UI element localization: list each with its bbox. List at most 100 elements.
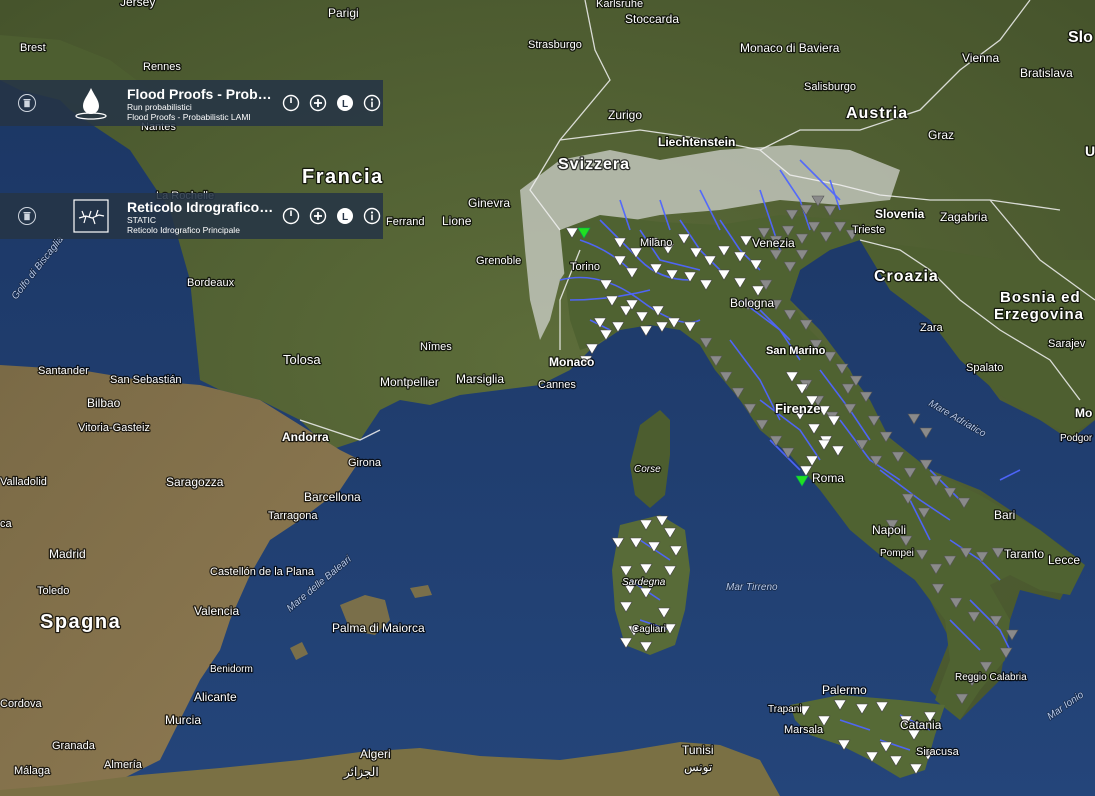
layer-title: Reticolo Idrografico Principale (127, 199, 277, 215)
city-label: Montpellier (380, 375, 439, 389)
city-label: Rennes (143, 61, 181, 73)
layer-subtitle: Run probabilistici (127, 102, 192, 112)
city-label: Firenze (775, 401, 821, 416)
city-label: Bologna (730, 296, 774, 310)
city-label: Reggio Calabria (955, 672, 1027, 683)
city-label: Zurigo (608, 108, 642, 122)
layer-panel-reticolo[interactable]: Reticolo Idrografico Principale STATIC R… (0, 193, 383, 239)
city-label: Bratislava (1020, 66, 1073, 80)
city-label: Granada (52, 740, 96, 752)
city-label: San Sebastián (110, 374, 182, 386)
city-label: الجزائر (343, 765, 379, 779)
legend-icon[interactable]: L (336, 207, 354, 225)
city-label: Torino (570, 261, 600, 273)
city-label: Pompei (880, 548, 914, 559)
country-label: Slovenia (875, 207, 925, 221)
sea-label: Mar Tirreno (726, 582, 778, 593)
city-label: Trapani (768, 704, 802, 715)
country-label: Svizzera (558, 156, 630, 173)
city-label: Stoccarda (625, 12, 679, 26)
city-label: Lecce (1048, 553, 1080, 567)
city-label: Almería (104, 759, 143, 771)
city-label: Lione (442, 214, 472, 228)
city-label: Jersey (120, 0, 155, 9)
city-label: Grenoble (476, 255, 521, 267)
city-label: Venezia (752, 236, 795, 250)
city-label: Karlsruhe (596, 0, 643, 10)
zoom-in-icon[interactable] (309, 94, 327, 112)
city-label: Siracusa (916, 746, 960, 758)
city-label: Saragozza (166, 475, 224, 489)
city-label: Murcia (165, 713, 201, 727)
city-label: Roma (812, 471, 844, 485)
city-label: Zagabria (940, 210, 988, 224)
city-label: تونس (684, 760, 712, 774)
city-label: Sardegna (622, 577, 666, 588)
layer-panel-flood-proofs[interactable]: Flood Proofs - Probabilistic LAMI Run pr… (0, 80, 383, 126)
city-label: Napoli (872, 523, 906, 537)
city-label: Monaco di Baviera (740, 41, 840, 55)
city-label: Palermo (822, 683, 867, 697)
city-label: Toledo (37, 585, 69, 597)
water-drop-icon (72, 85, 110, 121)
country-label: Spagna (40, 611, 121, 633)
city-label: Podgor (1060, 433, 1093, 444)
city-label: Strasburgo (528, 39, 582, 51)
city-label: Ferrand (386, 216, 425, 228)
country-label: Erzegovina (994, 306, 1084, 323)
city-label: Alicante (194, 690, 237, 704)
city-label: Nîmes (420, 341, 452, 353)
city-label: Brest (20, 42, 46, 54)
city-label: Cordova (0, 698, 42, 710)
svg-text:L: L (342, 99, 348, 110)
city-label: Monaco (549, 355, 594, 369)
city-label: Algeri (360, 747, 391, 761)
city-label: Zara (920, 322, 944, 334)
city-label: Salisburgo (804, 81, 856, 93)
country-label: Slo (1068, 29, 1093, 46)
city-label: Parigi (328, 6, 359, 20)
country-label: Croazia (874, 268, 939, 285)
city-label: Santander (38, 365, 89, 377)
zoom-in-icon[interactable] (309, 207, 327, 225)
city-label: Benidorm (210, 664, 253, 675)
city-label: Girona (348, 457, 382, 469)
city-label: Ginevra (468, 196, 510, 210)
info-icon[interactable] (363, 94, 381, 112)
info-icon[interactable] (363, 207, 381, 225)
city-label: Cagliari (632, 624, 666, 635)
city-label: Castellón de la Plana (210, 566, 315, 578)
trash-icon[interactable] (18, 207, 36, 225)
city-label: Mo (1075, 406, 1092, 420)
city-label: Graz (928, 128, 954, 142)
city-label: Valencia (194, 604, 239, 618)
layer-detail: Reticolo Idrografico Principale (127, 225, 240, 235)
trash-icon[interactable] (18, 94, 36, 112)
city-label: Trieste (852, 224, 885, 236)
city-label: Tarragona (268, 510, 318, 522)
power-icon[interactable] (282, 94, 300, 112)
river-network-icon (72, 198, 110, 234)
city-label: Spalato (966, 362, 1003, 374)
city-label: Málaga (14, 765, 51, 777)
city-label: Bordeaux (187, 277, 235, 289)
power-icon[interactable] (282, 207, 300, 225)
svg-text:L: L (342, 212, 348, 223)
layer-subtitle: STATIC (127, 215, 156, 225)
country-label: Bosnia ed (1000, 289, 1081, 306)
city-label: Andorra (282, 430, 329, 444)
city-label: Marsiglia (456, 372, 504, 386)
city-label: Taranto (1004, 547, 1044, 561)
city-label: Valladolid (0, 476, 47, 488)
city-label: Catania (900, 718, 942, 732)
legend-icon[interactable]: L (336, 94, 354, 112)
city-label: ca (0, 518, 13, 530)
city-label: Milano (640, 237, 672, 249)
city-label: Corse (634, 464, 661, 475)
country-label: Austria (846, 105, 908, 122)
city-label: Bilbao (87, 396, 121, 410)
city-label: Tolosa (283, 352, 321, 367)
city-label: Cannes (538, 379, 576, 391)
city-label: Sarajev (1048, 338, 1086, 350)
city-label: Madrid (49, 547, 86, 561)
